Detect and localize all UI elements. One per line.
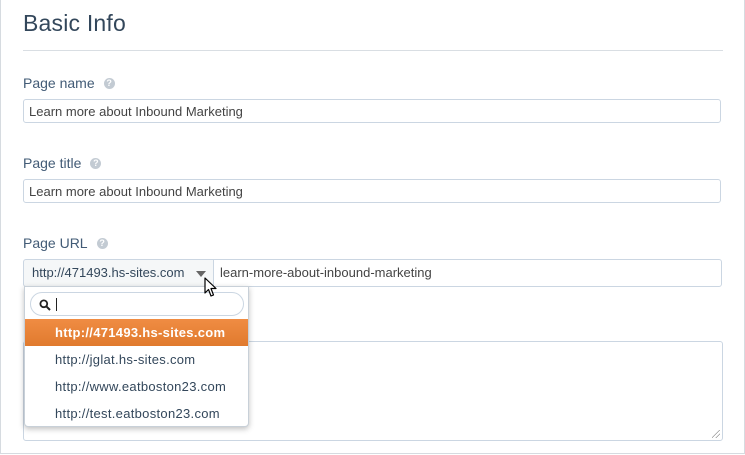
divider [23,50,723,51]
search-icon [39,299,51,311]
resize-grip-icon[interactable] [712,430,720,438]
domain-option[interactable]: http://jglat.hs-sites.com [25,346,248,373]
page-url-label-text: Page URL [23,235,88,251]
help-icon[interactable]: ? [96,237,108,249]
domain-option[interactable]: http://471493.hs-sites.com [25,319,248,346]
basic-info-panel: Basic Info Page name ? Learn more about … [0,0,745,454]
domain-option[interactable]: http://www.eatboston23.com [25,373,248,400]
help-icon[interactable]: ? [90,157,102,169]
text-cursor [56,298,57,311]
page-url-label: Page URL ? [23,235,108,251]
domain-select-value: http://471493.hs-sites.com [32,265,185,280]
section-title: Basic Info [23,10,126,36]
page-title-label-text: Page title [23,155,82,171]
domain-option[interactable]: http://test.eatboston23.com [25,400,248,427]
url-slug-input[interactable]: learn-more-about-inbound-marketing [213,259,722,287]
page-title-label: Page title ? [23,155,102,171]
mouse-pointer-icon [204,277,217,297]
domain-select[interactable]: http://471493.hs-sites.com [23,259,214,287]
page-name-input[interactable]: Learn more about Inbound Marketing [23,99,721,123]
help-icon[interactable]: ? [103,77,115,89]
page-name-label: Page name ? [23,75,115,91]
page-name-label-text: Page name [23,75,95,91]
page-title-input[interactable]: Learn more about Inbound Marketing [23,179,721,203]
domain-dropdown: http://471493.hs-sites.com http://jglat.… [24,286,249,427]
